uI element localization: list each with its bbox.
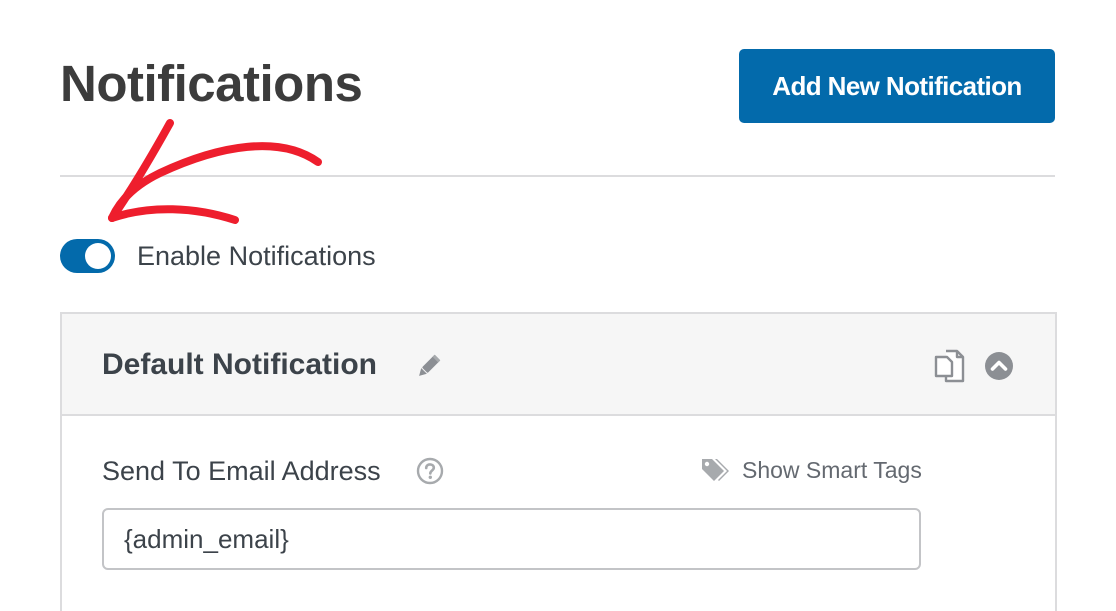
enable-notifications-label: Enable Notifications <box>137 240 376 271</box>
show-smart-tags-link[interactable]: Show Smart Tags <box>700 456 922 484</box>
annotation-arrow-icon <box>108 119 322 224</box>
enable-notifications-row: Enable Notifications <box>60 236 376 276</box>
notifications-settings-page: Notifications Add New Notification Enabl… <box>0 0 1116 611</box>
copy-icon[interactable] <box>932 348 968 384</box>
panel-title: Default Notification <box>102 348 377 381</box>
panel-header: Default Notification <box>62 314 1055 416</box>
send-to-email-label: Send To Email Address <box>102 456 381 486</box>
tag-icon <box>702 459 729 481</box>
page-title: Notifications <box>60 55 363 112</box>
enable-notifications-toggle[interactable] <box>60 239 115 273</box>
send-to-email-input[interactable] <box>102 508 921 570</box>
default-notification-panel: Default Notification Send To Email Addre <box>60 312 1057 611</box>
add-new-notification-button[interactable]: Add New Notification <box>739 49 1055 123</box>
pencil-icon[interactable] <box>414 351 444 381</box>
chevron-up-circle-icon[interactable] <box>984 351 1014 381</box>
question-circle-icon[interactable] <box>416 457 444 485</box>
show-smart-tags-label: Show Smart Tags <box>742 456 922 483</box>
toggle-knob <box>85 243 111 269</box>
